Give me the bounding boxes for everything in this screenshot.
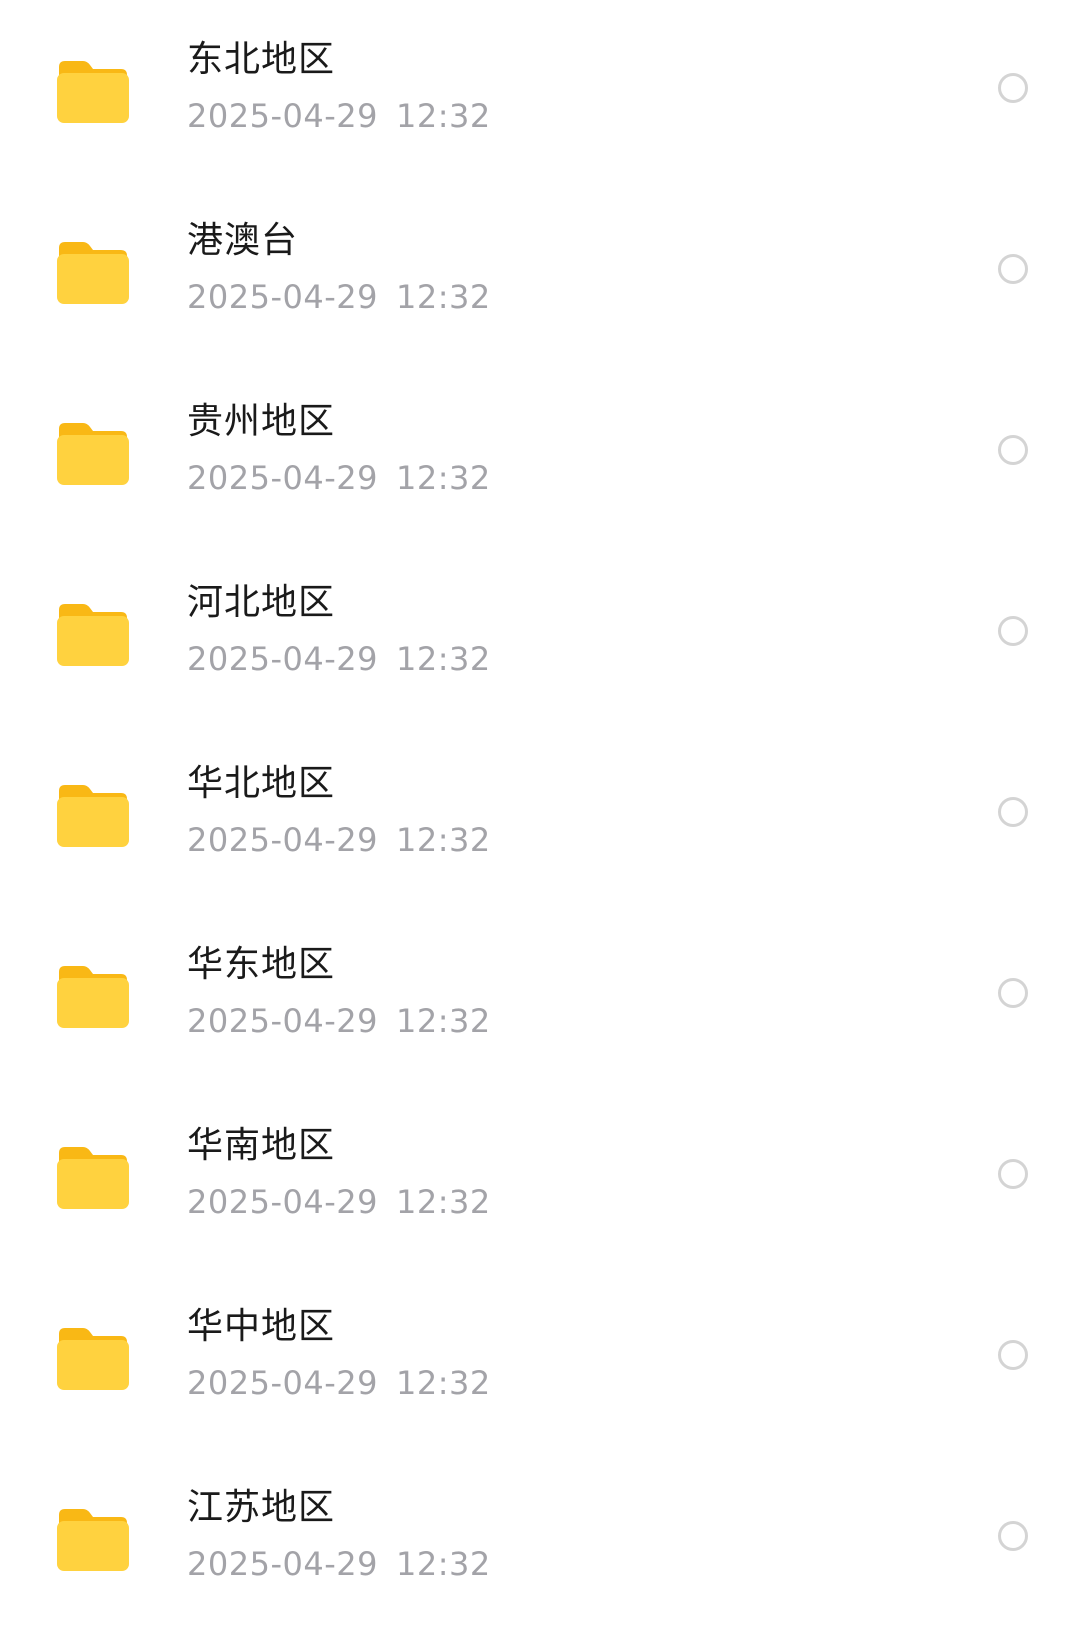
file-name: 华南地区 — [187, 1125, 336, 1166]
file-row-gangaotai[interactable]: 港澳台 2025-04-29 12:32 — [0, 181, 1080, 362]
file-timestamp: 2025-04-29 12:32 — [187, 639, 491, 679]
file-date: 2025-04-29 — [187, 97, 378, 135]
file-time: 12:32 — [395, 278, 491, 316]
file-row-guizhou[interactable]: 贵州地区 2025-04-29 12:32 — [0, 362, 1080, 543]
file-timestamp: 2025-04-29 12:32 — [187, 1001, 491, 1041]
radio-unchecked-icon[interactable] — [998, 616, 1028, 646]
folder-icon — [55, 1324, 131, 1392]
folder-icon — [55, 781, 131, 849]
file-timestamp: 2025-04-29 12:32 — [187, 1363, 491, 1403]
radio-unchecked-icon[interactable] — [998, 1159, 1028, 1189]
radio-unchecked-icon[interactable] — [998, 978, 1028, 1008]
radio-unchecked-icon[interactable] — [998, 797, 1028, 827]
file-timestamp: 2025-04-29 12:32 — [187, 1544, 491, 1584]
file-row-huanan[interactable]: 华南地区 2025-04-29 12:32 — [0, 1086, 1080, 1267]
file-name: 华北地区 — [187, 763, 336, 804]
file-time: 12:32 — [395, 1183, 491, 1221]
folder-icon — [55, 238, 131, 306]
radio-unchecked-icon[interactable] — [998, 435, 1028, 465]
file-row-hebei[interactable]: 河北地区 2025-04-29 12:32 — [0, 543, 1080, 724]
file-name: 贵州地区 — [187, 401, 336, 442]
file-time: 12:32 — [395, 821, 491, 859]
file-row-huabei[interactable]: 华北地区 2025-04-29 12:32 — [0, 724, 1080, 905]
folder-icon — [55, 1505, 131, 1573]
folder-icon — [55, 962, 131, 1030]
file-list: 东北地区 2025-04-29 12:32 港澳台 2025-04-29 12:32… — [0, 0, 1080, 1629]
file-name: 港澳台 — [187, 220, 299, 261]
file-row-dongbei[interactable]: 东北地区 2025-04-29 12:32 — [0, 0, 1080, 181]
file-date: 2025-04-29 — [187, 1183, 378, 1221]
file-date: 2025-04-29 — [187, 459, 378, 497]
folder-icon — [55, 1143, 131, 1211]
file-date: 2025-04-29 — [187, 1364, 378, 1402]
file-date: 2025-04-29 — [187, 640, 378, 678]
radio-unchecked-icon[interactable] — [998, 1340, 1028, 1370]
file-name: 华中地区 — [187, 1306, 336, 1347]
file-name: 东北地区 — [187, 39, 336, 80]
file-time: 12:32 — [395, 97, 491, 135]
file-timestamp: 2025-04-29 12:32 — [187, 820, 491, 860]
file-row-jiangsu[interactable]: 江苏地区 2025-04-29 12:32 — [0, 1448, 1080, 1629]
file-timestamp: 2025-04-29 12:32 — [187, 1182, 491, 1222]
file-time: 12:32 — [395, 1545, 491, 1583]
file-row-huazhong[interactable]: 华中地区 2025-04-29 12:32 — [0, 1267, 1080, 1448]
file-row-huadong[interactable]: 华东地区 2025-04-29 12:32 — [0, 905, 1080, 1086]
file-name: 江苏地区 — [187, 1487, 336, 1528]
file-time: 12:32 — [395, 1364, 491, 1402]
file-name: 河北地区 — [187, 582, 336, 623]
folder-icon — [55, 419, 131, 487]
file-date: 2025-04-29 — [187, 821, 378, 859]
file-date: 2025-04-29 — [187, 1545, 378, 1583]
file-timestamp: 2025-04-29 12:32 — [187, 458, 491, 498]
file-time: 12:32 — [395, 459, 491, 497]
folder-icon — [55, 600, 131, 668]
file-name: 华东地区 — [187, 944, 336, 985]
file-date: 2025-04-29 — [187, 278, 378, 316]
file-date: 2025-04-29 — [187, 1002, 378, 1040]
folder-icon — [55, 57, 131, 125]
radio-unchecked-icon[interactable] — [998, 73, 1028, 103]
file-timestamp: 2025-04-29 12:32 — [187, 277, 491, 317]
file-time: 12:32 — [395, 1002, 491, 1040]
radio-unchecked-icon[interactable] — [998, 1521, 1028, 1551]
file-timestamp: 2025-04-29 12:32 — [187, 96, 491, 136]
file-time: 12:32 — [395, 640, 491, 678]
radio-unchecked-icon[interactable] — [998, 254, 1028, 284]
